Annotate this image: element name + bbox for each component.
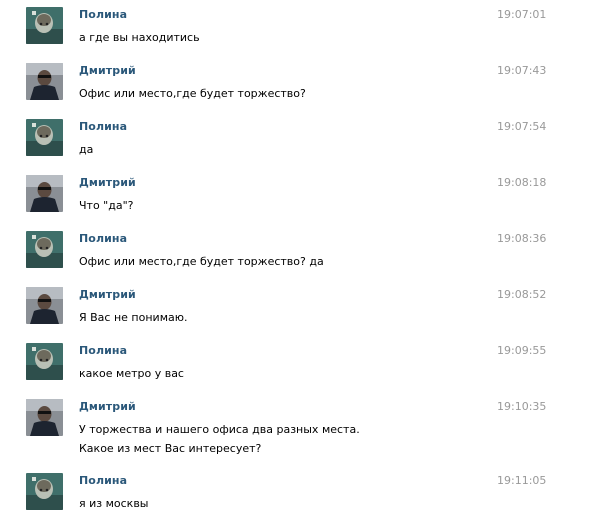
message: Дмитрий 19:07:43 Офис или место,где буде… <box>0 60 600 116</box>
message-text: а где вы находитись <box>79 28 200 47</box>
message-line: Какое из мест Вас интересует? <box>79 442 262 455</box>
message-time: 19:09:55 <box>497 344 547 357</box>
chat-history: Полина 19:07:01 а где вы находитись Дмит… <box>0 0 600 523</box>
avatar-dmitriy-icon[interactable] <box>26 175 63 212</box>
message-line: Офис или место,где будет торжество? <box>79 87 306 100</box>
avatar-polina-icon[interactable] <box>26 473 63 510</box>
message-line: а где вы находитись <box>79 31 200 44</box>
message-text: какое метро у вас <box>79 364 184 383</box>
message-author[interactable]: Дмитрий <box>79 176 136 189</box>
message-author[interactable]: Дмитрий <box>79 400 136 413</box>
message: Полина 19:07:54 да <box>0 116 600 172</box>
message-time: 19:07:01 <box>497 8 547 21</box>
message-text: я из москвы <box>79 494 149 513</box>
message-author[interactable]: Полина <box>79 120 127 133</box>
message-author[interactable]: Полина <box>79 344 127 357</box>
avatar-dmitriy-icon[interactable] <box>26 399 63 436</box>
message-line: я из москвы <box>79 497 149 510</box>
message-author[interactable]: Полина <box>79 8 127 21</box>
avatar-polina-icon[interactable] <box>26 119 63 156</box>
message-line: да <box>79 143 94 156</box>
message-author[interactable]: Полина <box>79 232 127 245</box>
message-text: Офис или место,где будет торжество? <box>79 84 306 103</box>
message-line: Офис или место,где будет торжество? да <box>79 255 324 268</box>
message-time: 19:10:35 <box>497 400 547 413</box>
message-line: какое метро у вас <box>79 367 184 380</box>
avatar-polina-icon[interactable] <box>26 231 63 268</box>
message: Дмитрий 19:08:52 Я Вас не понимаю. <box>0 284 600 340</box>
message-text: Я Вас не понимаю. <box>79 308 188 327</box>
avatar-dmitriy-icon[interactable] <box>26 63 63 100</box>
message-text: Что "да"? <box>79 196 133 215</box>
message: Полина 19:11:05 я из москвы <box>0 470 600 526</box>
message: Полина 19:08:36 Офис или место,где будет… <box>0 228 600 284</box>
message-author[interactable]: Дмитрий <box>79 64 136 77</box>
avatar-polina-icon[interactable] <box>26 343 63 380</box>
message: Дмитрий 19:08:18 Что "да"? <box>0 172 600 228</box>
message-time: 19:08:36 <box>497 232 547 245</box>
avatar-polina-icon[interactable] <box>26 7 63 44</box>
message-author[interactable]: Дмитрий <box>79 288 136 301</box>
message-text: да <box>79 140 93 159</box>
message-text: Офис или место,где будет торжество? да <box>79 252 324 271</box>
message-time: 19:08:52 <box>497 288 547 301</box>
message: Дмитрий 19:10:35 У торжества и нашего оф… <box>0 396 600 466</box>
message: Полина 19:09:55 какое метро у вас <box>0 340 600 396</box>
message: Полина 19:07:01 а где вы находитись <box>0 4 600 60</box>
message-time: 19:07:43 <box>497 64 547 77</box>
message-line: Я Вас не понимаю. <box>79 311 188 324</box>
message-author[interactable]: Полина <box>79 474 127 487</box>
message-line: Что "да"? <box>79 199 134 212</box>
avatar-dmitriy-icon[interactable] <box>26 287 63 324</box>
message-line: У торжества и нашего офиса два разных ме… <box>79 423 360 436</box>
message-text: У торжества и нашего офиса два разных ме… <box>79 420 360 458</box>
message-time: 19:11:05 <box>497 474 547 487</box>
message-time: 19:08:18 <box>497 176 547 189</box>
message-time: 19:07:54 <box>497 120 547 133</box>
